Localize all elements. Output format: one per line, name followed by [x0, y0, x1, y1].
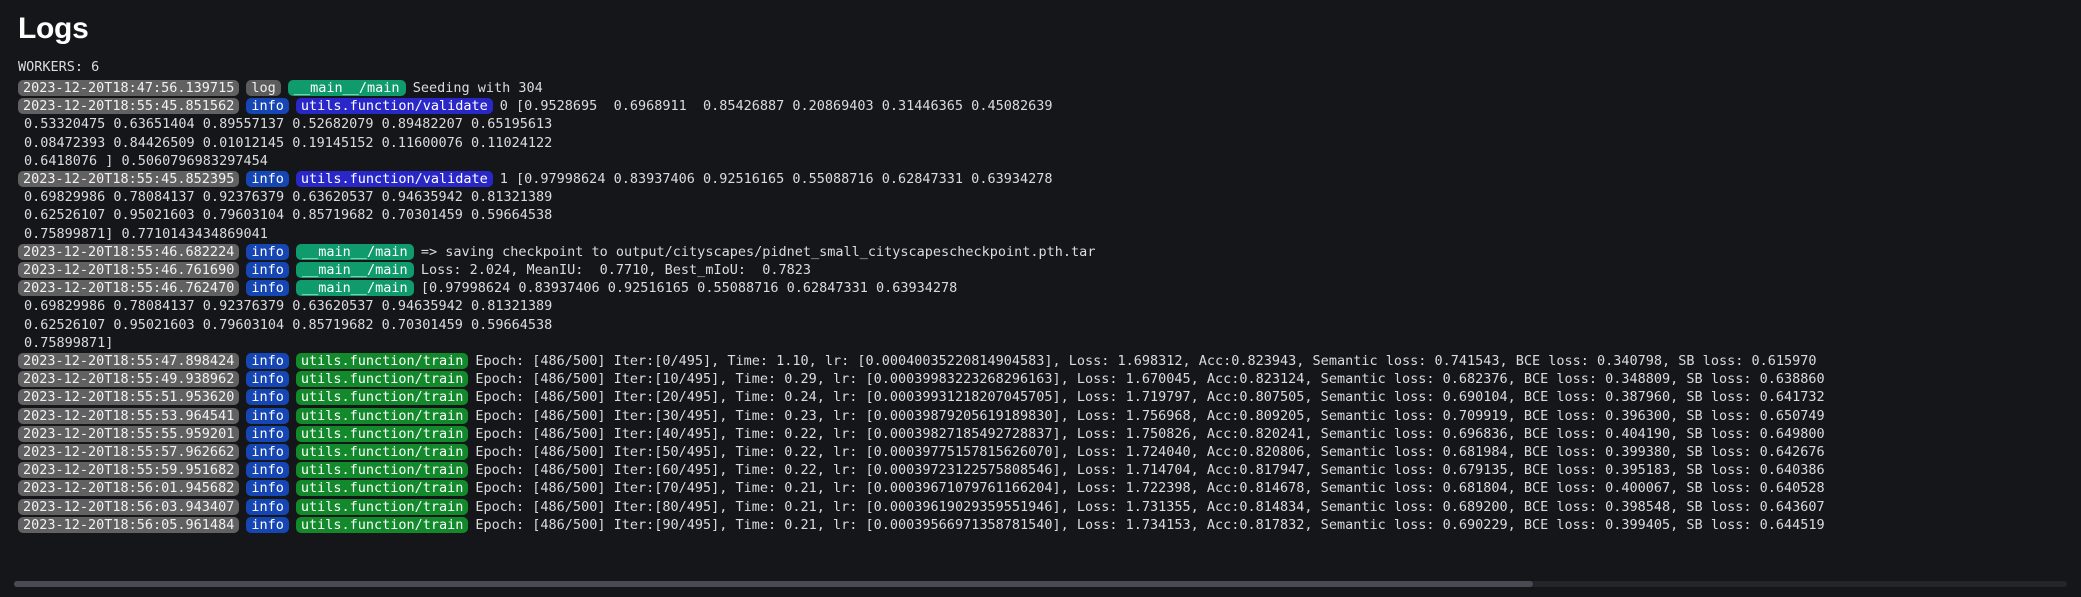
log-message: Epoch: [486/500] Iter:[0/495], Time: 1.1…	[475, 353, 1816, 369]
log-entry: 2023-12-20T18:55:57.962662 info utils.func…	[0, 443, 2081, 461]
log-source-badge: __main__/main	[296, 262, 414, 278]
log-entry: 2023-12-20T18:55:45.851562 info utils.func…	[0, 97, 2081, 115]
log-message: Loss: 2.024, MeanIU: 0.7710, Best_mIoU: …	[421, 262, 811, 278]
log-level-badge: info	[246, 462, 289, 478]
log-timestamp-badge: 2023-12-20T18:55:45.851562	[18, 98, 239, 114]
log-entry: 2023-12-20T18:56:03.943407 info utils.func…	[0, 498, 2081, 516]
log-level-badge: log	[246, 80, 280, 96]
log-level-badge: info	[246, 517, 289, 533]
log-entry: 2023-12-20T18:55:49.938962 info utils.func…	[0, 370, 2081, 388]
logs-page: Logs WORKERS: 6 2023-12-20T18:47:56.1397…	[0, 0, 2081, 597]
log-timestamp-badge: 2023-12-20T18:47:56.139715	[18, 80, 239, 96]
log-timestamp-badge: 2023-12-20T18:55:46.761690	[18, 262, 239, 278]
log-message: Epoch: [486/500] Iter:[90/495], Time: 0.…	[475, 517, 1824, 533]
log-entry: 2023-12-20T18:56:05.961484 info utils.func…	[0, 516, 2081, 534]
log-entry: 2023-12-20T18:55:53.964541 info utils.func…	[0, 407, 2081, 425]
log-message: Epoch: [486/500] Iter:[60/495], Time: 0.…	[475, 462, 1824, 478]
page-title: Logs	[0, 0, 2081, 48]
log-level-badge: info	[246, 371, 289, 387]
log-continuation-line: 0.75899871]	[0, 334, 2081, 352]
log-source-badge: utils.function/train	[296, 389, 469, 405]
log-message: => saving checkpoint to output/cityscape…	[421, 244, 1096, 260]
log-source-badge: __main__/main	[288, 80, 406, 96]
log-continuation-line: 0.69829986 0.78084137 0.92376379 0.63620…	[0, 188, 2081, 206]
log-source-badge: utils.function/train	[296, 408, 469, 424]
horizontal-scrollbar-track[interactable]	[14, 581, 2067, 587]
log-source-badge: utils.function/train	[296, 499, 469, 515]
log-source-badge: utils.function/train	[296, 444, 469, 460]
log-level-badge: info	[246, 499, 289, 515]
log-entry: 2023-12-20T18:55:51.953620 info utils.func…	[0, 388, 2081, 406]
workers-line: WORKERS: 6	[0, 58, 2081, 79]
log-level-badge: info	[246, 353, 289, 369]
log-source-badge: utils.function/train	[296, 462, 469, 478]
log-timestamp-badge: 2023-12-20T18:56:01.945682	[18, 480, 239, 496]
log-timestamp-badge: 2023-12-20T18:55:57.962662	[18, 444, 239, 460]
log-source-badge: utils.function/train	[296, 426, 469, 442]
log-entry: 2023-12-20T18:55:47.898424 info utils.func…	[0, 352, 2081, 370]
log-timestamp-badge: 2023-12-20T18:55:46.762470	[18, 280, 239, 296]
log-continuation-line: 0.53320475 0.63651404 0.89557137 0.52682…	[0, 115, 2081, 133]
log-entry-list: 2023-12-20T18:47:56.139715 log __main__/ma…	[0, 79, 2081, 534]
log-level-badge: info	[246, 408, 289, 424]
log-continuation-line: 0.62526107 0.95021603 0.79603104 0.85719…	[0, 206, 2081, 224]
log-level-badge: info	[246, 444, 289, 460]
log-message: Epoch: [486/500] Iter:[20/495], Time: 0.…	[475, 389, 1824, 405]
log-level-badge: info	[246, 262, 289, 278]
log-source-badge: utils.function/train	[296, 353, 469, 369]
log-level-badge: info	[246, 389, 289, 405]
log-console[interactable]: WORKERS: 6 2023-12-20T18:47:56.139715 log…	[0, 58, 2081, 597]
log-level-badge: info	[246, 280, 289, 296]
horizontal-scrollbar-thumb[interactable]	[14, 581, 1533, 587]
log-entry: 2023-12-20T18:55:46.761690 info __main__/m…	[0, 261, 2081, 279]
log-continuation-line: 0.69829986 0.78084137 0.92376379 0.63620…	[0, 297, 2081, 315]
log-timestamp-badge: 2023-12-20T18:55:53.964541	[18, 408, 239, 424]
log-level-badge: info	[246, 171, 289, 187]
log-continuation-line: 0.08472393 0.84426509 0.01012145 0.19145…	[0, 134, 2081, 152]
log-entry: 2023-12-20T18:47:56.139715 log __main__/ma…	[0, 79, 2081, 97]
log-source-badge: utils.function/validate	[296, 98, 493, 114]
log-message: Seeding with 304	[413, 80, 543, 96]
log-source-badge: utils.function/train	[296, 371, 469, 387]
log-timestamp-badge: 2023-12-20T18:56:03.943407	[18, 499, 239, 515]
log-timestamp-badge: 2023-12-20T18:55:47.898424	[18, 353, 239, 369]
log-message: Epoch: [486/500] Iter:[40/495], Time: 0.…	[475, 426, 1824, 442]
log-message: Epoch: [486/500] Iter:[50/495], Time: 0.…	[475, 444, 1824, 460]
log-entry: 2023-12-20T18:56:01.945682 info utils.func…	[0, 479, 2081, 497]
log-continuation-line: 0.6418076 ] 0.5060796983297454	[0, 152, 2081, 170]
log-timestamp-badge: 2023-12-20T18:55:49.938962	[18, 371, 239, 387]
log-message: Epoch: [486/500] Iter:[30/495], Time: 0.…	[475, 408, 1824, 424]
log-message: [0.97998624 0.83937406 0.92516165 0.5508…	[421, 280, 957, 296]
log-message: Epoch: [486/500] Iter:[70/495], Time: 0.…	[475, 480, 1824, 496]
log-level-badge: info	[246, 480, 289, 496]
log-message: 0 [0.9528695 0.6968911 0.85426887 0.2086…	[500, 98, 1053, 114]
log-message: Epoch: [486/500] Iter:[10/495], Time: 0.…	[475, 371, 1824, 387]
log-timestamp-badge: 2023-12-20T18:55:59.951682	[18, 462, 239, 478]
log-continuation-line: 0.75899871] 0.7710143434869041	[0, 225, 2081, 243]
log-entry: 2023-12-20T18:55:55.959201 info utils.func…	[0, 425, 2081, 443]
log-source-badge: __main__/main	[296, 280, 414, 296]
log-timestamp-badge: 2023-12-20T18:55:45.852395	[18, 171, 239, 187]
log-entry: 2023-12-20T18:55:46.762470 info __main__/m…	[0, 279, 2081, 297]
log-source-badge: utils.function/train	[296, 517, 469, 533]
log-timestamp-badge: 2023-12-20T18:55:55.959201	[18, 426, 239, 442]
log-source-badge: utils.function/validate	[296, 171, 493, 187]
log-source-badge: __main__/main	[296, 244, 414, 260]
log-entry: 2023-12-20T18:55:45.852395 info utils.func…	[0, 170, 2081, 188]
log-level-badge: info	[246, 244, 289, 260]
log-timestamp-badge: 2023-12-20T18:55:46.682224	[18, 244, 239, 260]
log-level-badge: info	[246, 426, 289, 442]
log-level-badge: info	[246, 98, 289, 114]
log-message: Epoch: [486/500] Iter:[80/495], Time: 0.…	[475, 499, 1824, 515]
log-entry: 2023-12-20T18:55:59.951682 info utils.func…	[0, 461, 2081, 479]
log-continuation-line: 0.62526107 0.95021603 0.79603104 0.85719…	[0, 316, 2081, 334]
log-entry: 2023-12-20T18:55:46.682224 info __main__/m…	[0, 243, 2081, 261]
log-message: 1 [0.97998624 0.83937406 0.92516165 0.55…	[500, 171, 1053, 187]
log-timestamp-badge: 2023-12-20T18:56:05.961484	[18, 517, 239, 533]
log-timestamp-badge: 2023-12-20T18:55:51.953620	[18, 389, 239, 405]
log-source-badge: utils.function/train	[296, 480, 469, 496]
